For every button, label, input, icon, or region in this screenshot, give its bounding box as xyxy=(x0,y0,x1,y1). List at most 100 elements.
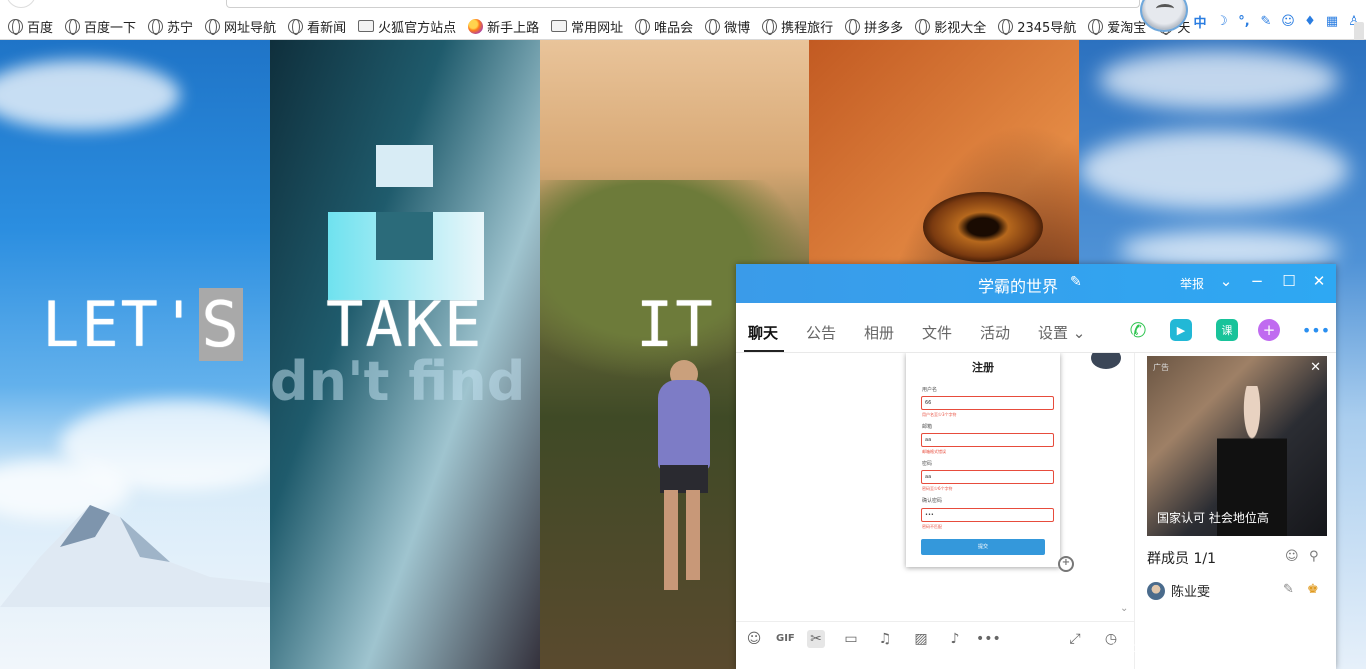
maximize-button[interactable]: ☐ xyxy=(1281,272,1297,290)
globe-icon xyxy=(1088,18,1104,35)
bookmark-item[interactable]: 携程旅行 xyxy=(762,17,834,36)
bookmark-label: 百度 xyxy=(27,20,54,36)
back-button[interactable] xyxy=(6,0,36,8)
report-button[interactable]: 举报 xyxy=(1180,275,1204,292)
more-icon[interactable]: ••• xyxy=(1302,319,1330,341)
shirt-icon[interactable]: ♦ xyxy=(1302,14,1318,29)
bookmark-label: 携程旅行 xyxy=(781,20,834,36)
globe-icon xyxy=(635,18,651,35)
image-icon[interactable]: ▨ xyxy=(912,630,930,648)
course-icon[interactable]: 课 xyxy=(1216,319,1238,341)
globe-icon xyxy=(845,18,861,35)
globe-icon xyxy=(205,18,221,35)
bookmark-item[interactable]: 百度 xyxy=(8,17,54,36)
confirm-label: 确认密码 xyxy=(922,498,943,504)
member-name: 陈业雯 xyxy=(1171,585,1211,600)
group-chat-window: 学霸的世界 ✎ 举报 ⌄ − ☐ ✕ 聊天 公告 相册 文件 活动 设置 ⌄ ✆… xyxy=(736,264,1336,669)
owner-icon: ♚ xyxy=(1307,582,1319,597)
bookmark-item[interactable]: 火狐官方站点 xyxy=(358,17,457,36)
bookmark-item[interactable]: 看新闻 xyxy=(288,17,347,36)
tab-files[interactable]: 文件 xyxy=(922,322,952,343)
phone-icon[interactable]: ✆ xyxy=(1127,318,1149,342)
bookmark-item[interactable]: 微博 xyxy=(705,17,750,36)
zoom-in-icon[interactable]: + xyxy=(1058,556,1074,572)
wrench-icon[interactable]: ✎ xyxy=(1258,14,1274,29)
expand-icon[interactable]: ⤢ xyxy=(1066,630,1084,648)
input-toolbar: ☺ GIF ✂ ▭ ♫ ▨ ♪ ••• ⤢ ◷ xyxy=(736,621,1134,655)
bookmark-item[interactable]: 新手上路 xyxy=(468,17,540,36)
password-label: 密码 xyxy=(922,461,933,467)
firefox-icon xyxy=(468,18,484,34)
emoji-icon[interactable]: ☺ xyxy=(745,630,763,648)
bookmark-label: 影视大全 xyxy=(934,20,987,36)
bookmark-label: 新手上路 xyxy=(487,20,540,36)
bookmark-item[interactable]: 爱淘宝 xyxy=(1088,17,1146,36)
avatar[interactable] xyxy=(1091,353,1121,369)
avatar xyxy=(1147,581,1165,600)
ad-banner[interactable]: 广告 ✕ 国家认可 社会地位高 xyxy=(1147,356,1327,536)
tab-chat[interactable]: 聊天 xyxy=(748,322,778,343)
bookmark-label: 拼多多 xyxy=(864,20,904,36)
username-error: 用户名至少3个字符 xyxy=(922,412,957,417)
gif-icon[interactable]: GIF xyxy=(776,630,795,648)
moon-icon[interactable]: ☽ xyxy=(1214,14,1230,29)
tab-album[interactable]: 相册 xyxy=(864,322,894,343)
globe-icon xyxy=(998,18,1014,35)
image-message-register-form[interactable]: 注册 用户名 66 用户名至少3个字符 邮箱 aa 邮箱格式错误 密码 aa 密… xyxy=(906,353,1060,567)
invite-icon[interactable]: ☺ xyxy=(1285,549,1299,564)
minimize-button[interactable]: − xyxy=(1249,272,1265,290)
scissors-icon[interactable]: ✂ xyxy=(807,630,825,648)
bookmark-item[interactable]: 常用网址 xyxy=(551,17,624,36)
ime-mascot-icon[interactable] xyxy=(1140,0,1188,32)
address-bar[interactable] xyxy=(226,0,1140,8)
punctuation-icon[interactable]: °, xyxy=(1236,14,1252,29)
tab-announcement[interactable]: 公告 xyxy=(806,322,836,343)
music-icon[interactable]: ♫ xyxy=(876,630,894,648)
collapse-icon[interactable]: ⌄ xyxy=(1120,603,1128,614)
member-item[interactable]: 陈业雯 xyxy=(1147,581,1210,600)
globe-icon xyxy=(65,18,81,35)
bookmark-item[interactable]: 2345导航 xyxy=(998,17,1076,36)
bookmarks-toolbar: 百度 百度一下 苏宁 网址导航 看新闻 火狐官方站点 新手上路 常用网址 唯品会 微博 携程旅行 拼多… xyxy=(0,0,1366,40)
tab-activity[interactable]: 活动 xyxy=(980,322,1010,343)
bookmark-label: 百度一下 xyxy=(84,20,137,36)
bookmark-item[interactable]: 百度一下 xyxy=(65,17,137,36)
submit-button: 提交 xyxy=(921,539,1045,555)
message-area[interactable]: 注册 用户名 66 用户名至少3个字符 邮箱 aa 邮箱格式错误 密码 aa 密… xyxy=(736,353,1134,621)
more-tools-icon[interactable]: ••• xyxy=(976,630,1001,648)
mountain-image xyxy=(0,505,270,607)
edit-icon[interactable]: ✎ xyxy=(1283,582,1294,597)
chat-tabs: 聊天 公告 相册 文件 活动 设置 ⌄ ✆ ▶ 课 + ••• xyxy=(736,303,1336,353)
globe-icon xyxy=(8,18,23,35)
bell-icon[interactable]: ♪ xyxy=(946,630,964,648)
confirm-error: 密码不匹配 xyxy=(922,524,942,529)
grid-icon[interactable]: ▦ xyxy=(1324,14,1340,29)
folder-icon[interactable]: ▭ xyxy=(842,630,860,648)
bookmark-item[interactable]: 苏宁 xyxy=(148,17,193,36)
video-icon[interactable]: ▶ xyxy=(1170,319,1192,341)
edit-name-icon[interactable]: ✎ xyxy=(1070,274,1082,290)
close-ad-icon[interactable]: ✕ xyxy=(1310,360,1321,375)
bookmark-label: 火狐官方站点 xyxy=(378,20,457,36)
bookmark-label: 网址导航 xyxy=(224,20,277,36)
search-icon[interactable]: ⚲ xyxy=(1309,549,1319,564)
username-label: 用户名 xyxy=(922,387,938,393)
username-field: 66 xyxy=(921,396,1054,410)
add-app-icon[interactable]: + xyxy=(1258,319,1280,341)
brand-logo-icon xyxy=(328,145,484,300)
bookmark-label: 常用网址 xyxy=(571,20,624,36)
bookmark-item[interactable]: 网址导航 xyxy=(205,17,277,36)
bookmark-item[interactable]: 唯品会 xyxy=(635,17,693,36)
chat-titlebar[interactable]: 学霸的世界 ✎ 举报 ⌄ − ☐ ✕ xyxy=(736,264,1336,303)
bookmark-item[interactable]: 拼多多 xyxy=(845,17,904,36)
globe-icon xyxy=(915,18,931,35)
chevron-down-icon[interactable]: ⌄ xyxy=(1218,272,1234,290)
bookmark-label: 看新闻 xyxy=(307,20,347,36)
globe-icon xyxy=(762,18,778,35)
ime-language-toggle[interactable]: 中 xyxy=(1192,12,1208,31)
tab-settings[interactable]: 设置 ⌄ xyxy=(1038,322,1085,343)
close-button[interactable]: ✕ xyxy=(1311,272,1327,290)
password-field: aa xyxy=(921,470,1054,484)
bookmark-item[interactable]: 影视大全 xyxy=(915,17,987,36)
smile-icon[interactable]: ☺ xyxy=(1280,14,1296,29)
